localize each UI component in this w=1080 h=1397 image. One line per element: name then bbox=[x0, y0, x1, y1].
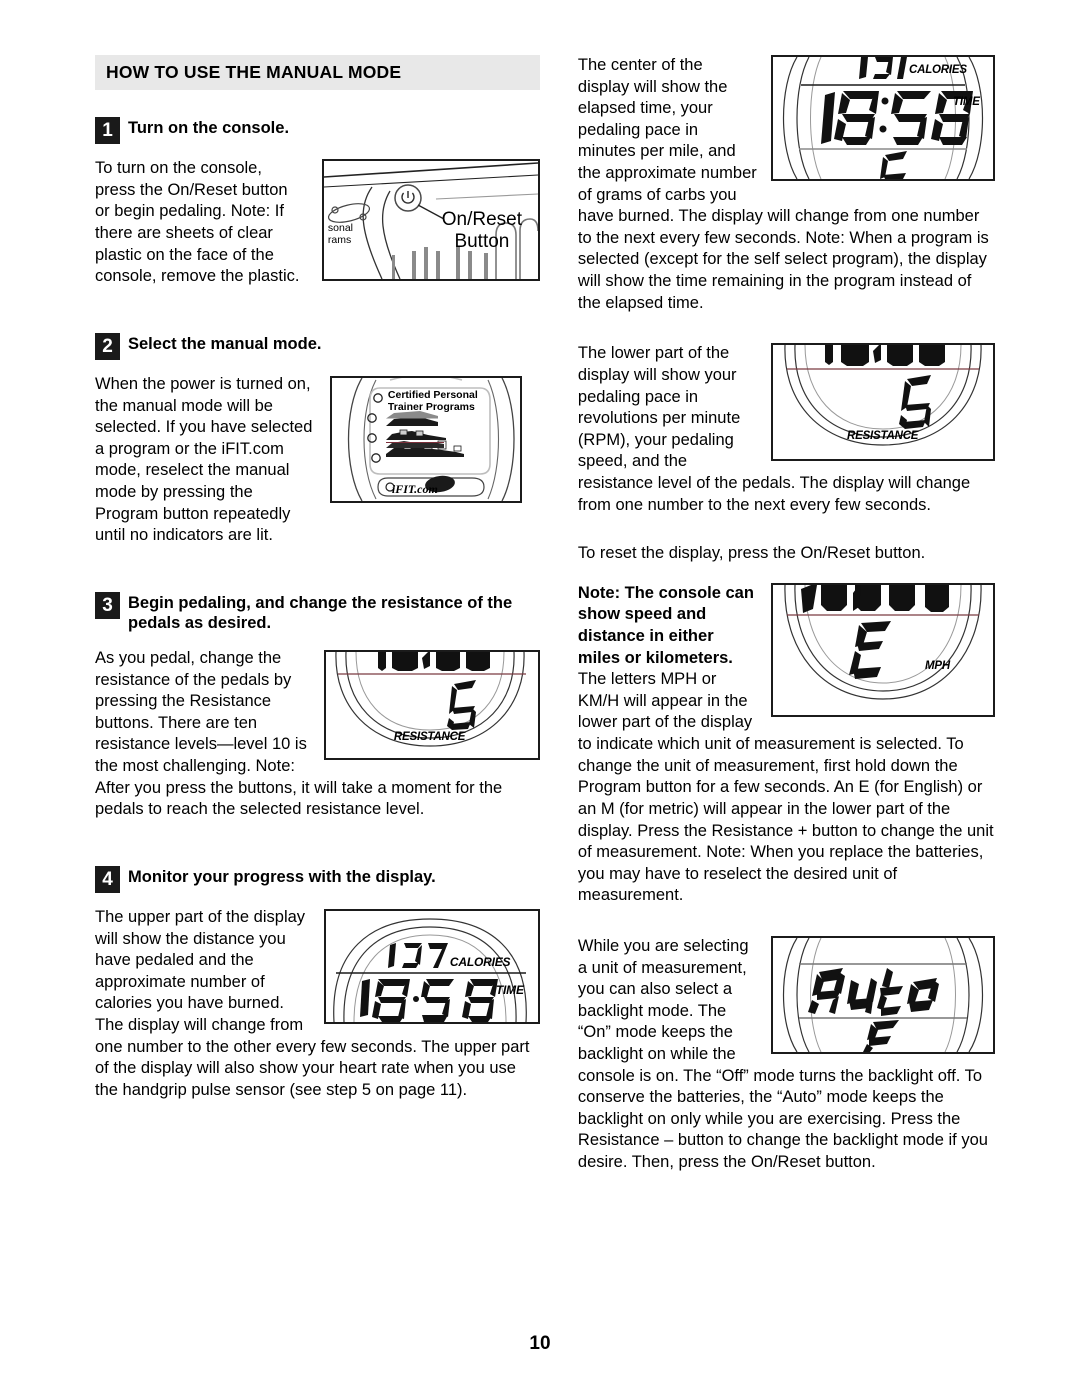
lcd-digit-6 bbox=[446, 680, 476, 731]
lcd-digits-137 bbox=[387, 942, 448, 968]
right-column: CALORIES TIME The center of the display … bbox=[578, 55, 995, 1189]
lcd-center-1858 bbox=[821, 91, 973, 145]
figure-console-on-reset: sonal rams On/Reset Button bbox=[321, 159, 540, 282]
section-heading-band: HOW TO USE THE MANUAL MODE bbox=[95, 55, 540, 91]
right-paragraph-3: To reset the display, press the On/Reset… bbox=[577, 544, 926, 563]
step-1: 1 Turn on the console. sonal rams On/Res… bbox=[95, 116, 540, 302]
page-title: HOW TO USE THE MANUAL MODE bbox=[106, 62, 402, 82]
lcd-lower-E bbox=[863, 1019, 899, 1052]
lcd-letter-E bbox=[849, 620, 891, 679]
figure-console-programs: Certified Personal Trainer Programs iFIT… bbox=[329, 375, 522, 503]
step-3-title: Begin pedaling, and change the resistanc… bbox=[128, 593, 513, 633]
lcd-time-label: TIME bbox=[495, 982, 524, 997]
step-3-body-wrap: RESISTANCE As you pedal, change the resi… bbox=[95, 648, 540, 835]
lcd-mph-label: MPH bbox=[925, 659, 950, 672]
step-4-header: 4 Monitor your progress with the display… bbox=[95, 865, 540, 893]
step-2-title: Select the manual mode. bbox=[128, 334, 322, 353]
two-column-layout: HOW TO USE THE MANUAL MODE 1 Turn on the… bbox=[95, 55, 995, 1189]
lcd-mph-right-illustration bbox=[784, 584, 982, 700]
figure-lcd-resistance-right: RESISTANCE bbox=[771, 343, 995, 462]
manual-page: HOW TO USE THE MANUAL MODE 1 Turn on the… bbox=[0, 0, 1080, 1397]
figure-lcd-auto-right bbox=[771, 935, 995, 1054]
step-2-number: 2 bbox=[95, 332, 120, 360]
step-2-body-wrap: Certified Personal Trainer Programs iFIT… bbox=[95, 374, 540, 561]
right-text-block-1: CALORIES TIME The center of the display … bbox=[578, 55, 995, 329]
on-reset-callout: On/Reset Button bbox=[441, 209, 523, 253]
step-3-header: 3 Begin pedaling, and change the resista… bbox=[95, 591, 540, 634]
step-3-number: 3 bbox=[95, 591, 120, 619]
lcd-digit-6-right bbox=[899, 375, 931, 430]
lcd-calories-label: CALORIES bbox=[449, 954, 511, 969]
step-4-body-wrap: CALORIES TIME The upper part of the disp… bbox=[95, 907, 540, 1115]
step-1-title: Turn on the console. bbox=[128, 119, 290, 138]
console-label-personal: sonal rams bbox=[327, 222, 354, 246]
console-programs-label: Certified Personal Trainer Programs bbox=[387, 388, 478, 413]
figure-lcd-calories-time-left: CALORIES TIME bbox=[323, 908, 540, 1024]
step-2: 2 Select the manual mode. Certified Pers… bbox=[95, 332, 540, 561]
ifit-brand-label: iFIT.com bbox=[391, 481, 438, 496]
figure-lcd-resistance-left: RESISTANCE bbox=[323, 650, 540, 761]
step-2-header: 2 Select the manual mode. bbox=[95, 332, 540, 360]
lcd-resistance-label: RESISTANCE bbox=[393, 731, 466, 744]
step-1-number: 1 bbox=[95, 117, 120, 145]
right-text-block-2: RESISTANCE The lower part of the display… bbox=[578, 343, 995, 564]
right-text-block-3: MPH Note: The console can show speed and… bbox=[577, 582, 995, 922]
step-3: 3 Begin pedaling, and change the resista… bbox=[95, 591, 540, 835]
power-icon bbox=[401, 191, 415, 205]
lcd-calories-label-right: CALORIES bbox=[909, 64, 967, 76]
right-text-block-4: While you are selecting a unit of measur… bbox=[578, 935, 995, 1189]
lcd-digits-1858 bbox=[359, 978, 498, 1022]
lcd-resistance-label-right: RESISTANCE bbox=[847, 430, 919, 443]
right-paragraph-4-bold: Note: The console can show speed and dis… bbox=[577, 583, 754, 667]
step-1-body-wrap: sonal rams On/Reset Button To turn on th… bbox=[95, 158, 540, 302]
lcd-auto-right-illustration bbox=[782, 937, 984, 1052]
step-4-number: 4 bbox=[95, 865, 120, 893]
step-4-title: Monitor your progress with the display. bbox=[128, 867, 436, 886]
step-1-header: 1 Turn on the console. bbox=[95, 116, 540, 145]
step-4: 4 Monitor your progress with the display… bbox=[95, 865, 540, 1115]
figure-lcd-mph-right: MPH bbox=[771, 582, 995, 717]
page-number: 10 bbox=[529, 1333, 551, 1354]
figure-lcd-time-right: CALORIES TIME bbox=[771, 55, 995, 181]
lcd-time-label-right: TIME bbox=[953, 96, 980, 108]
left-column: HOW TO USE THE MANUAL MODE 1 Turn on the… bbox=[95, 55, 540, 1119]
lcd-text-auto bbox=[808, 967, 939, 1016]
